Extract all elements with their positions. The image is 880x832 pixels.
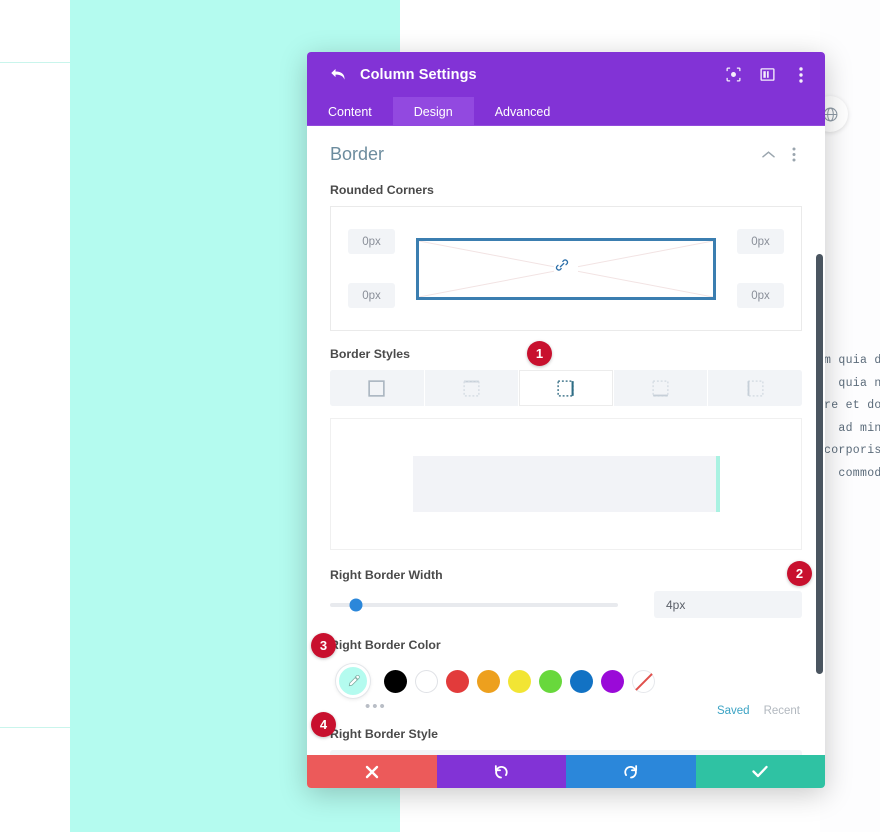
step-badge-4: 4	[311, 712, 336, 737]
panel-layout-icon[interactable]	[759, 67, 775, 83]
swatch-purple[interactable]	[600, 669, 624, 693]
page-code-text: m quia d quia no re et do ad mini corpor…	[824, 354, 880, 480]
tab-advanced[interactable]: Advanced	[474, 97, 572, 126]
rounded-corners-label: Rounded Corners	[330, 183, 434, 197]
link-chain-button[interactable]	[554, 256, 578, 281]
rounded-corners-field: Rounded Corners 0px 0px 0px 0px	[307, 183, 825, 331]
back-arrow-button[interactable]	[329, 66, 347, 84]
border-styles-field: Border Styles	[307, 347, 825, 550]
screenshot-canvas: m quia d quia no re et do ad mini corpor…	[0, 0, 880, 832]
swatch-yellow[interactable]	[507, 669, 531, 693]
border-style-all-button[interactable]	[330, 370, 425, 406]
border-style-bottom-icon	[652, 379, 669, 397]
modal-scrollbar[interactable]	[816, 254, 823, 674]
swatch-green[interactable]	[538, 669, 562, 693]
right-border-style-select[interactable]: Solid	[330, 750, 802, 755]
border-style-bottom-button[interactable]	[613, 370, 709, 406]
more-colors-button[interactable]: •••	[365, 699, 387, 714]
swatch-black[interactable]	[383, 669, 407, 693]
border-section-header: Border	[307, 126, 825, 171]
swatch-blue-wrap	[568, 668, 594, 694]
swatch-purple-wrap	[599, 668, 625, 694]
right-border-width-row: 4px	[330, 591, 802, 618]
swatch-orange[interactable]	[476, 669, 500, 693]
border-style-all-icon	[368, 379, 385, 397]
swatch-red[interactable]	[445, 669, 469, 693]
color-palette: •••	[330, 661, 802, 714]
save-button[interactable]	[695, 755, 825, 788]
modal-footer	[307, 755, 825, 788]
border-preview-panel	[330, 418, 802, 550]
step-badge-2: 2	[787, 561, 812, 586]
border-styles-label: Border Styles	[330, 347, 410, 361]
back-arrow-icon	[330, 68, 345, 80]
right-border-width-slider[interactable]	[330, 598, 618, 611]
redo-arrow-icon	[624, 764, 637, 778]
current-color-wrap: •••	[330, 661, 385, 714]
page-divider-top	[0, 62, 70, 63]
border-style-right-button[interactable]	[519, 370, 614, 406]
border-styles-segmented-control	[330, 370, 802, 406]
border-style-right-icon	[557, 379, 575, 397]
border-style-top-button[interactable]	[424, 370, 520, 406]
slider-handle[interactable]	[349, 598, 363, 611]
modal-tabs: Content Design Advanced	[307, 97, 825, 126]
page-divider-bottom	[0, 727, 70, 728]
right-border-color-label: Right Border Color	[330, 638, 441, 652]
link-chain-icon	[555, 258, 569, 271]
corner-preview-box	[416, 237, 716, 300]
eyedropper-icon	[348, 674, 360, 686]
modal-header-icons	[725, 66, 809, 83]
undo-arrow-icon	[495, 764, 508, 778]
tab-content[interactable]: Content	[307, 97, 393, 126]
current-color-swatch[interactable]	[336, 664, 370, 698]
right-border-style-label: Right Border Style	[330, 727, 438, 741]
settings-scroll-area: Border Rounded Corners 0px 0px 0px 0px B…	[307, 126, 825, 755]
modal-title: Column Settings	[360, 66, 477, 83]
more-vertical-icon[interactable]	[793, 66, 809, 83]
chevron-up-icon[interactable]	[760, 147, 776, 163]
corner-bottom-left-input[interactable]: 0px	[348, 283, 395, 308]
close-x-icon	[365, 765, 378, 778]
swatch-white-wrap	[413, 668, 439, 694]
column-settings-modal: Column Settings Content Design Advanced …	[307, 52, 825, 788]
swatch-white[interactable]	[414, 669, 438, 693]
swatch-transparent[interactable]	[631, 669, 655, 693]
target-focus-icon[interactable]	[725, 67, 741, 83]
right-border-width-label: Right Border Width	[330, 568, 443, 582]
swatch-black-wrap	[382, 668, 408, 694]
right-border-style-field: Right Border Style Solid	[307, 727, 825, 755]
swatch-red-wrap	[444, 668, 470, 694]
recent-colors-link[interactable]: Recent	[764, 705, 800, 717]
corner-top-left-input[interactable]: 0px	[348, 229, 395, 254]
step-badge-3: 3	[311, 633, 336, 658]
tab-design[interactable]: Design	[392, 97, 474, 126]
swatch-green-wrap	[537, 668, 563, 694]
swatch-yellow-wrap	[506, 668, 532, 694]
modal-body: Border Rounded Corners 0px 0px 0px 0px B…	[307, 126, 825, 755]
cancel-button[interactable]	[307, 755, 437, 788]
right-border-width-field: Right Border Width 4px	[307, 568, 825, 618]
modal-header: Column Settings	[307, 52, 825, 97]
undo-button[interactable]	[436, 755, 566, 788]
border-style-left-icon	[747, 379, 764, 397]
corner-bottom-right-input[interactable]: 0px	[737, 283, 784, 308]
swatch-blue[interactable]	[569, 669, 593, 693]
swatch-transparent-wrap	[630, 668, 656, 694]
section-more-vertical-icon[interactable]	[786, 147, 802, 163]
palette-links: Saved Recent	[330, 705, 802, 717]
corner-top-right-input[interactable]: 0px	[737, 229, 784, 254]
border-preview-box	[412, 456, 720, 512]
border-style-top-icon	[463, 379, 480, 397]
saved-colors-link[interactable]: Saved	[717, 705, 750, 717]
checkmark-icon	[752, 765, 768, 778]
right-border-width-input[interactable]: 4px	[654, 591, 802, 618]
redo-button[interactable]	[566, 755, 696, 788]
section-title-border: Border	[330, 144, 385, 164]
right-border-color-field: Right Border Color ••• Saved Recent	[307, 638, 825, 717]
swatch-orange-wrap	[475, 668, 501, 694]
step-badge-1: 1	[527, 341, 552, 366]
border-style-left-button[interactable]	[708, 370, 802, 406]
rounded-corners-widget: 0px 0px 0px 0px	[330, 206, 802, 331]
